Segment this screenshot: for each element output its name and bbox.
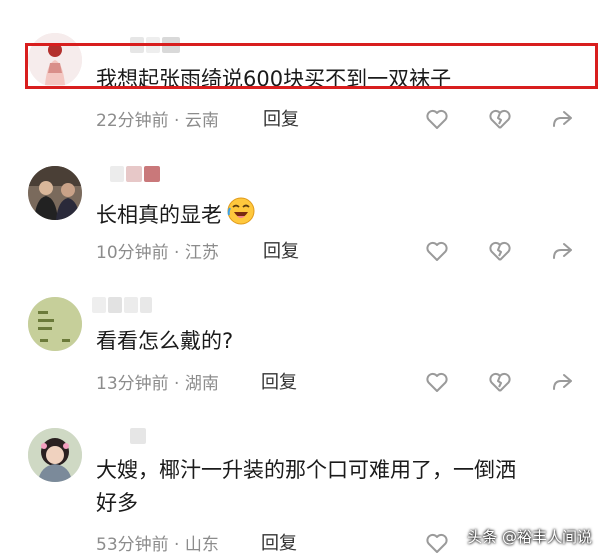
watermark: 头条 @裕丰人间说 [467, 528, 592, 546]
meta-separator: · [168, 243, 185, 263]
reply-button[interactable]: 回复 [261, 529, 297, 555]
comment-text: 看看怎么戴的? [96, 329, 234, 353]
heart-icon[interactable] [425, 107, 449, 131]
username-blurred[interactable] [110, 166, 162, 182]
comment-time: 22分钟前 [96, 111, 169, 131]
highlight-box [25, 43, 598, 89]
broken-heart-icon[interactable] [488, 239, 512, 263]
reply-button[interactable]: 回复 [261, 368, 297, 394]
comment-location: 江苏 [184, 243, 219, 263]
comment-meta: 53分钟前 · 山东 [96, 530, 219, 555]
comment-location: 湖南 [184, 374, 219, 394]
reply-button[interactable]: 回复 [263, 237, 299, 263]
broken-heart-icon[interactable] [488, 370, 512, 394]
comment-time: 13分钟前 [96, 374, 169, 394]
username-blurred[interactable] [130, 428, 148, 444]
reply-button[interactable]: 回复 [263, 105, 299, 131]
laughing-crying-emoji [226, 196, 256, 236]
comment-location: 云南 [184, 111, 219, 131]
comment-time: 10分钟前 [96, 243, 169, 263]
comment-text-line-2: 好多 [96, 491, 138, 515]
meta-separator: · [168, 374, 185, 394]
heart-icon[interactable] [425, 370, 449, 394]
comment-meta: 10分钟前 · 江苏 [96, 238, 219, 263]
heart-icon[interactable] [425, 239, 449, 263]
comment-meta: 13分钟前 · 湖南 [96, 369, 219, 394]
username-blurred[interactable] [92, 297, 154, 313]
comment-location: 山东 [184, 535, 219, 555]
meta-separator: · [168, 111, 185, 131]
comment-text: 大嫂，椰汁一升装的那个口可难用了，一倒洒 好多 [96, 454, 516, 520]
comment-time: 53分钟前 [96, 535, 169, 555]
comment-text-body: 长相真的显老 [96, 203, 222, 227]
heart-icon[interactable] [425, 531, 449, 555]
comment-text: 长相真的显老 [96, 196, 256, 236]
avatar[interactable] [28, 297, 82, 351]
share-arrow-icon[interactable] [550, 239, 574, 263]
comment-meta: 22分钟前 · 云南 [96, 106, 219, 131]
share-arrow-icon[interactable] [550, 107, 574, 131]
meta-separator: · [168, 535, 185, 555]
share-arrow-icon[interactable] [550, 370, 574, 394]
broken-heart-icon[interactable] [488, 107, 512, 131]
avatar[interactable] [28, 428, 82, 482]
comment-text-line-1: 大嫂，椰汁一升装的那个口可难用了，一倒洒 [96, 458, 516, 482]
avatar[interactable] [28, 166, 82, 220]
